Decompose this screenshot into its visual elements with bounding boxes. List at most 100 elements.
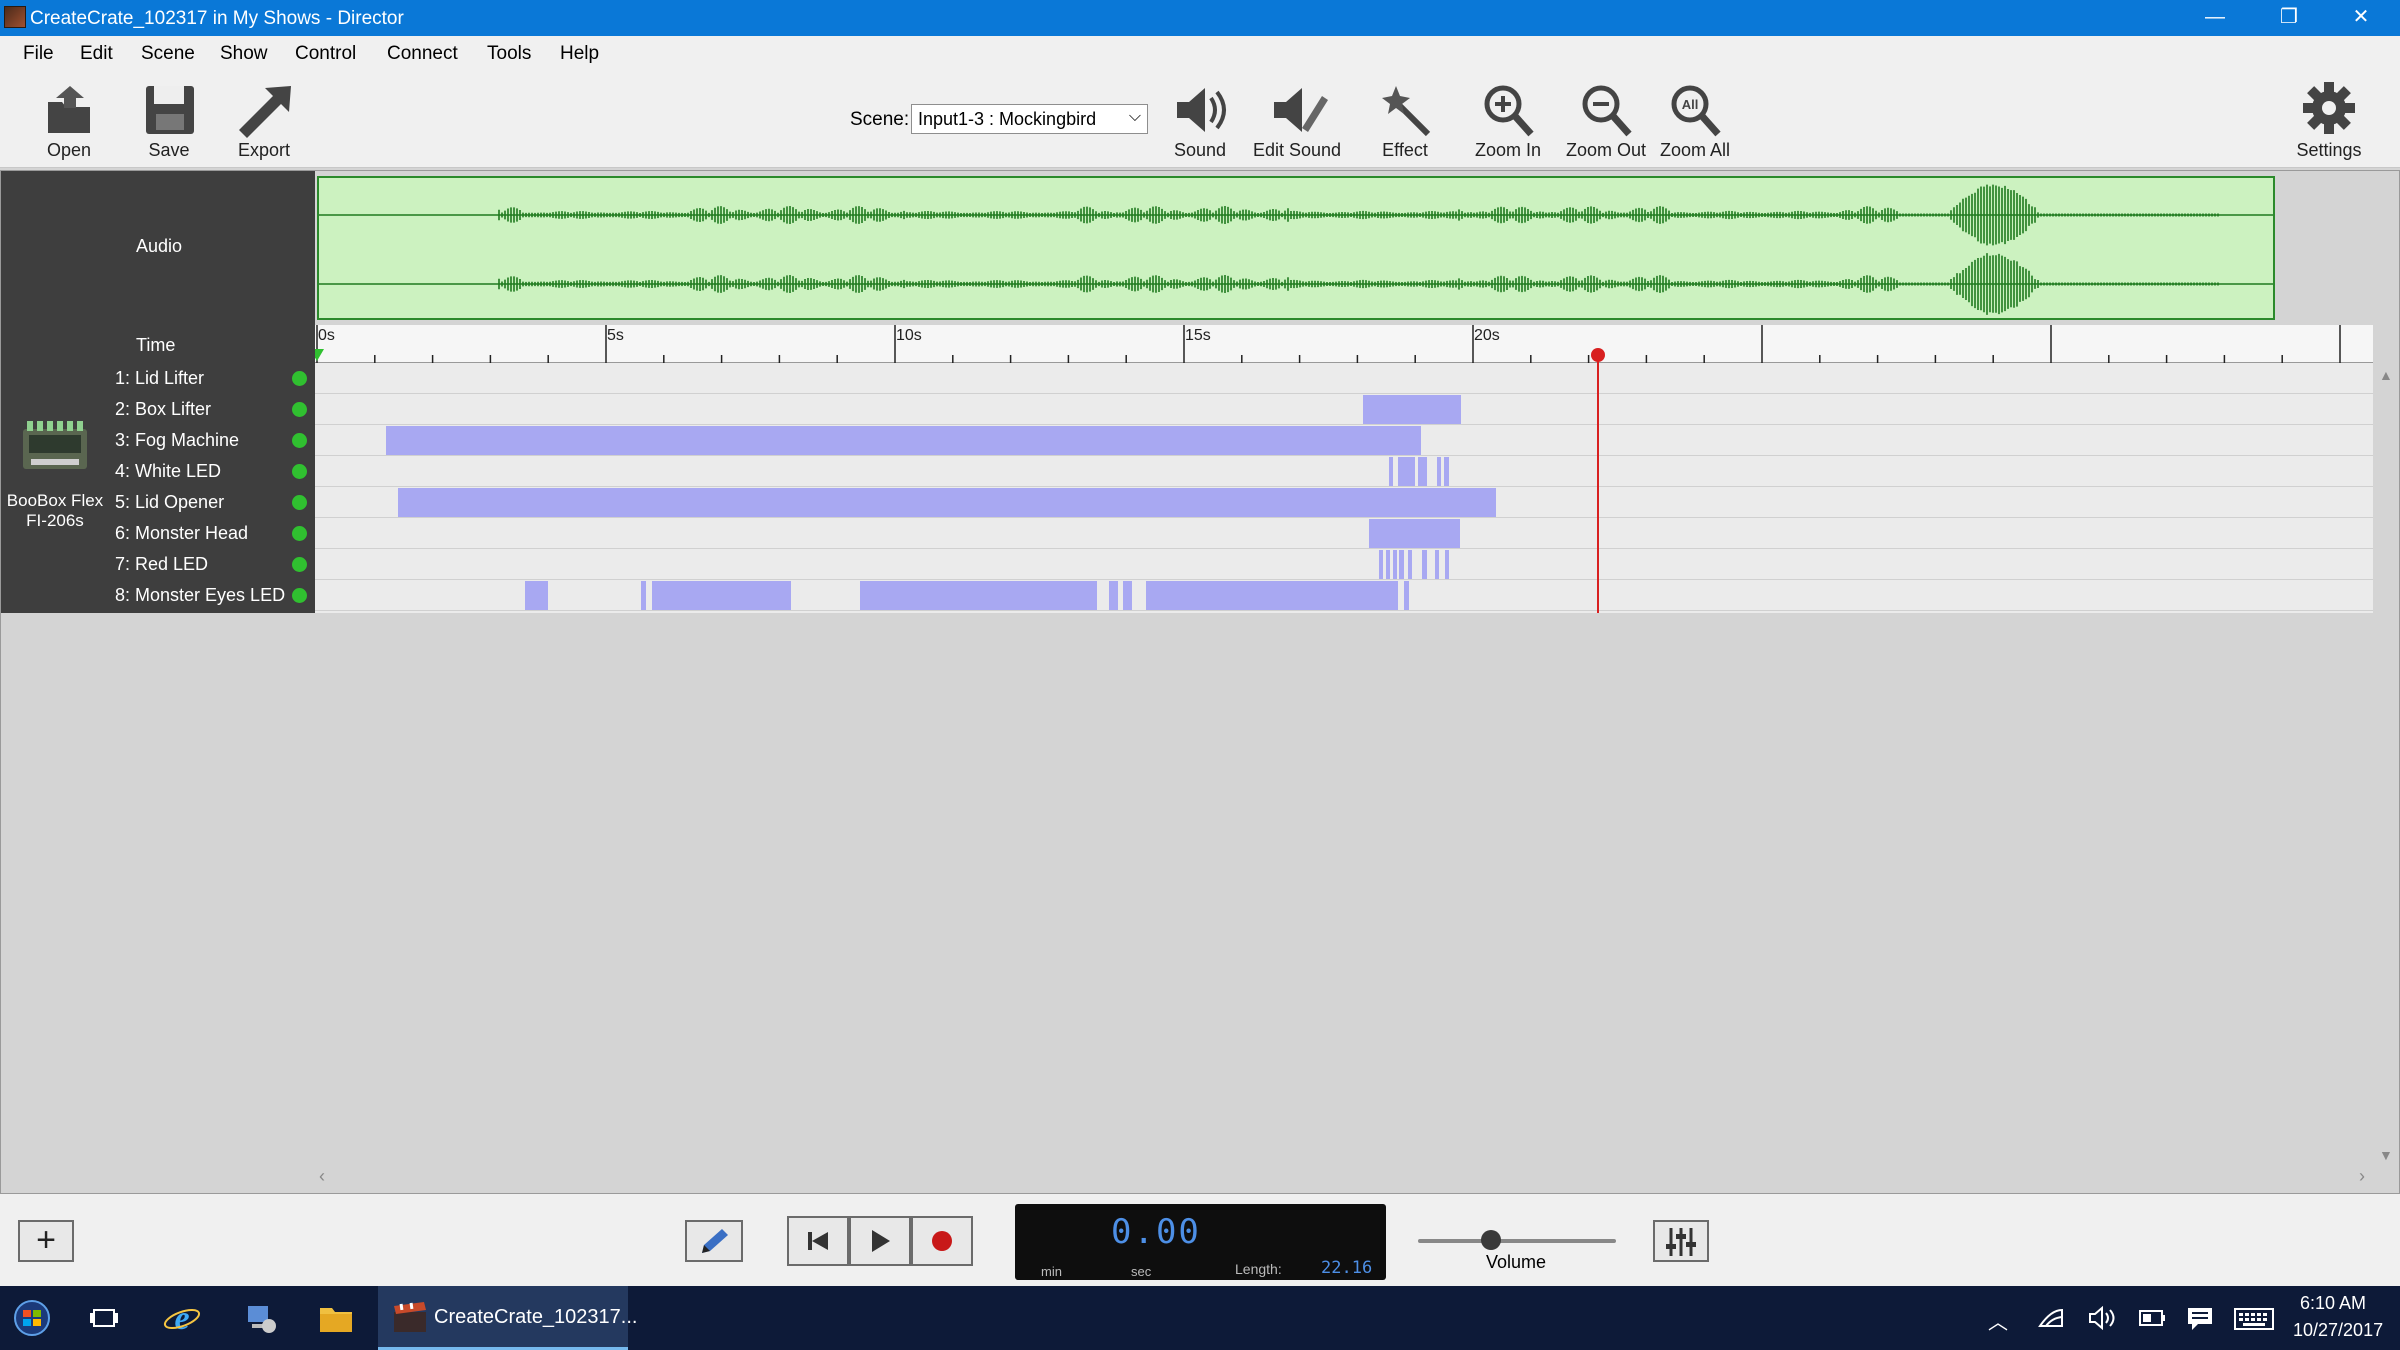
play-button[interactable] bbox=[849, 1216, 911, 1266]
clock-time[interactable]: 6:10 AM bbox=[2300, 1293, 2366, 1314]
cue-block[interactable] bbox=[525, 581, 548, 610]
export-button[interactable]: Export bbox=[229, 82, 299, 161]
cue-block[interactable] bbox=[1437, 457, 1441, 486]
zoom-out-icon bbox=[1571, 82, 1641, 138]
zoom-all-button[interactable]: All Zoom All bbox=[1660, 82, 1730, 161]
time-ruler[interactable]: 0s 5s 10s 15s 20s bbox=[315, 325, 2373, 363]
scroll-right-arrow-icon[interactable]: › bbox=[2359, 1166, 2365, 1187]
sound-button[interactable]: Sound bbox=[1165, 82, 1235, 161]
menu-scene[interactable]: Scene bbox=[141, 43, 195, 65]
channel-tracks[interactable] bbox=[315, 363, 2373, 613]
channel-label: 7: Red LED bbox=[115, 554, 208, 575]
menu-show[interactable]: Show bbox=[220, 43, 268, 65]
rewind-button[interactable] bbox=[787, 1216, 849, 1266]
channel-status-dot bbox=[292, 464, 307, 479]
length-value: 22.16 bbox=[1321, 1258, 1372, 1278]
scroll-down-arrow-icon[interactable]: ▼ bbox=[2379, 1147, 2393, 1163]
show-editor: Audio Time 0s 5s 10s 15s 20s BooBox Flex FI-… bbox=[0, 170, 2400, 1194]
close-button[interactable]: ✕ bbox=[2326, 0, 2396, 36]
network-computer-icon[interactable] bbox=[240, 1298, 280, 1338]
internet-explorer-icon[interactable]: e bbox=[162, 1298, 202, 1338]
record-button[interactable] bbox=[911, 1216, 973, 1266]
scroll-up-arrow-icon[interactable]: ▲ bbox=[2379, 367, 2393, 383]
cue-block[interactable] bbox=[1422, 550, 1427, 579]
add-device-button[interactable]: + bbox=[18, 1220, 74, 1262]
battery-icon[interactable] bbox=[2138, 1308, 2166, 1328]
horizontal-scrollbar[interactable]: ‹ › bbox=[315, 1165, 2373, 1189]
channel-row[interactable]: 5: Lid Opener bbox=[109, 487, 315, 518]
minimize-button[interactable]: — bbox=[2180, 0, 2250, 36]
channel-row[interactable]: 4: White LED bbox=[109, 456, 315, 487]
menu-help[interactable]: Help bbox=[560, 43, 599, 65]
channel-row[interactable]: 1: Lid Lifter bbox=[109, 363, 315, 394]
end-marker-handle[interactable] bbox=[1591, 348, 1605, 362]
channel-row[interactable]: 8: Monster Eyes LED bbox=[109, 580, 315, 611]
taskbar-active-app[interactable]: CreateCrate_102317... bbox=[378, 1286, 628, 1350]
cue-block[interactable] bbox=[1435, 550, 1439, 579]
cue-block[interactable] bbox=[1408, 550, 1412, 579]
channel-row[interactable]: 7: Red LED bbox=[109, 549, 315, 580]
menu-tools[interactable]: Tools bbox=[487, 43, 531, 65]
audio-track-label: Audio bbox=[136, 236, 182, 257]
channel-status-dot bbox=[292, 526, 307, 541]
cue-block[interactable] bbox=[398, 488, 1496, 517]
cue-block[interactable] bbox=[1123, 581, 1132, 610]
cue-block[interactable] bbox=[1399, 550, 1404, 579]
device-name-line1: BooBox Flex bbox=[1, 491, 109, 511]
volume-slider-track[interactable] bbox=[1418, 1239, 1616, 1243]
cue-block[interactable] bbox=[386, 426, 1421, 455]
cue-block[interactable] bbox=[1109, 581, 1118, 610]
audio-waveform[interactable] bbox=[317, 176, 2275, 320]
scroll-left-arrow-icon[interactable]: ‹ bbox=[319, 1166, 325, 1187]
cue-block[interactable] bbox=[1418, 457, 1427, 486]
cue-block[interactable] bbox=[1393, 550, 1396, 579]
menu-control[interactable]: Control bbox=[295, 43, 356, 65]
cue-block[interactable] bbox=[1379, 550, 1383, 579]
window-title: CreateCrate_102317 in My Shows - Directo… bbox=[30, 8, 404, 30]
mixer-button[interactable] bbox=[1653, 1220, 1709, 1262]
channel-row[interactable]: 2: Box Lifter bbox=[109, 394, 315, 425]
zoom-out-button[interactable]: Zoom Out bbox=[1566, 82, 1646, 161]
wifi-icon[interactable] bbox=[2038, 1306, 2064, 1330]
cue-block[interactable] bbox=[1445, 550, 1448, 579]
menu-edit[interactable]: Edit bbox=[80, 43, 113, 65]
cue-block[interactable] bbox=[1386, 550, 1389, 579]
save-button[interactable]: Save bbox=[134, 82, 204, 161]
zoom-all-label: Zoom All bbox=[1660, 140, 1730, 161]
edit-mode-button[interactable] bbox=[685, 1220, 743, 1262]
effect-button[interactable]: Effect bbox=[1370, 82, 1440, 161]
channel-label: 1: Lid Lifter bbox=[115, 368, 204, 389]
open-button[interactable]: Open bbox=[34, 82, 104, 161]
zoom-in-button[interactable]: Zoom In bbox=[1473, 82, 1543, 161]
cue-block[interactable] bbox=[1363, 395, 1461, 424]
channel-row[interactable]: 6: Monster Head bbox=[109, 518, 315, 549]
clock-date[interactable]: 10/27/2017 bbox=[2293, 1320, 2383, 1341]
scene-dropdown[interactable]: Input1-3 : Mockingbird ⌵ bbox=[911, 104, 1148, 134]
tray-chevron-up-icon[interactable]: ︿ bbox=[1988, 1306, 2008, 1335]
effect-label: Effect bbox=[1370, 140, 1440, 161]
cue-block[interactable] bbox=[1398, 457, 1415, 486]
menu-connect[interactable]: Connect bbox=[387, 43, 458, 65]
cue-block[interactable] bbox=[1389, 457, 1393, 486]
cue-block[interactable] bbox=[1369, 519, 1460, 548]
channel-row[interactable]: 3: Fog Machine bbox=[109, 425, 315, 456]
windows-start-icon[interactable] bbox=[12, 1298, 52, 1338]
cue-block[interactable] bbox=[1444, 457, 1449, 486]
start-marker-icon[interactable] bbox=[315, 349, 324, 361]
task-view-icon[interactable] bbox=[84, 1298, 124, 1338]
cue-block[interactable] bbox=[860, 581, 1097, 610]
volume-slider-handle[interactable] bbox=[1481, 1230, 1501, 1250]
edit-sound-button[interactable]: Edit Sound bbox=[1253, 82, 1341, 161]
restore-button[interactable]: ❐ bbox=[2254, 0, 2324, 36]
cue-block[interactable] bbox=[1404, 581, 1410, 610]
cue-block[interactable] bbox=[641, 581, 647, 610]
volume-tray-icon[interactable] bbox=[2088, 1306, 2116, 1330]
menu-file[interactable]: File bbox=[23, 43, 54, 65]
settings-label: Settings bbox=[2294, 140, 2364, 161]
file-explorer-icon[interactable] bbox=[316, 1298, 356, 1338]
keyboard-icon[interactable] bbox=[2234, 1308, 2274, 1330]
cue-block[interactable] bbox=[1146, 581, 1397, 610]
cue-block[interactable] bbox=[652, 581, 791, 610]
settings-button[interactable]: Settings bbox=[2294, 82, 2364, 161]
action-center-icon[interactable] bbox=[2186, 1306, 2214, 1332]
